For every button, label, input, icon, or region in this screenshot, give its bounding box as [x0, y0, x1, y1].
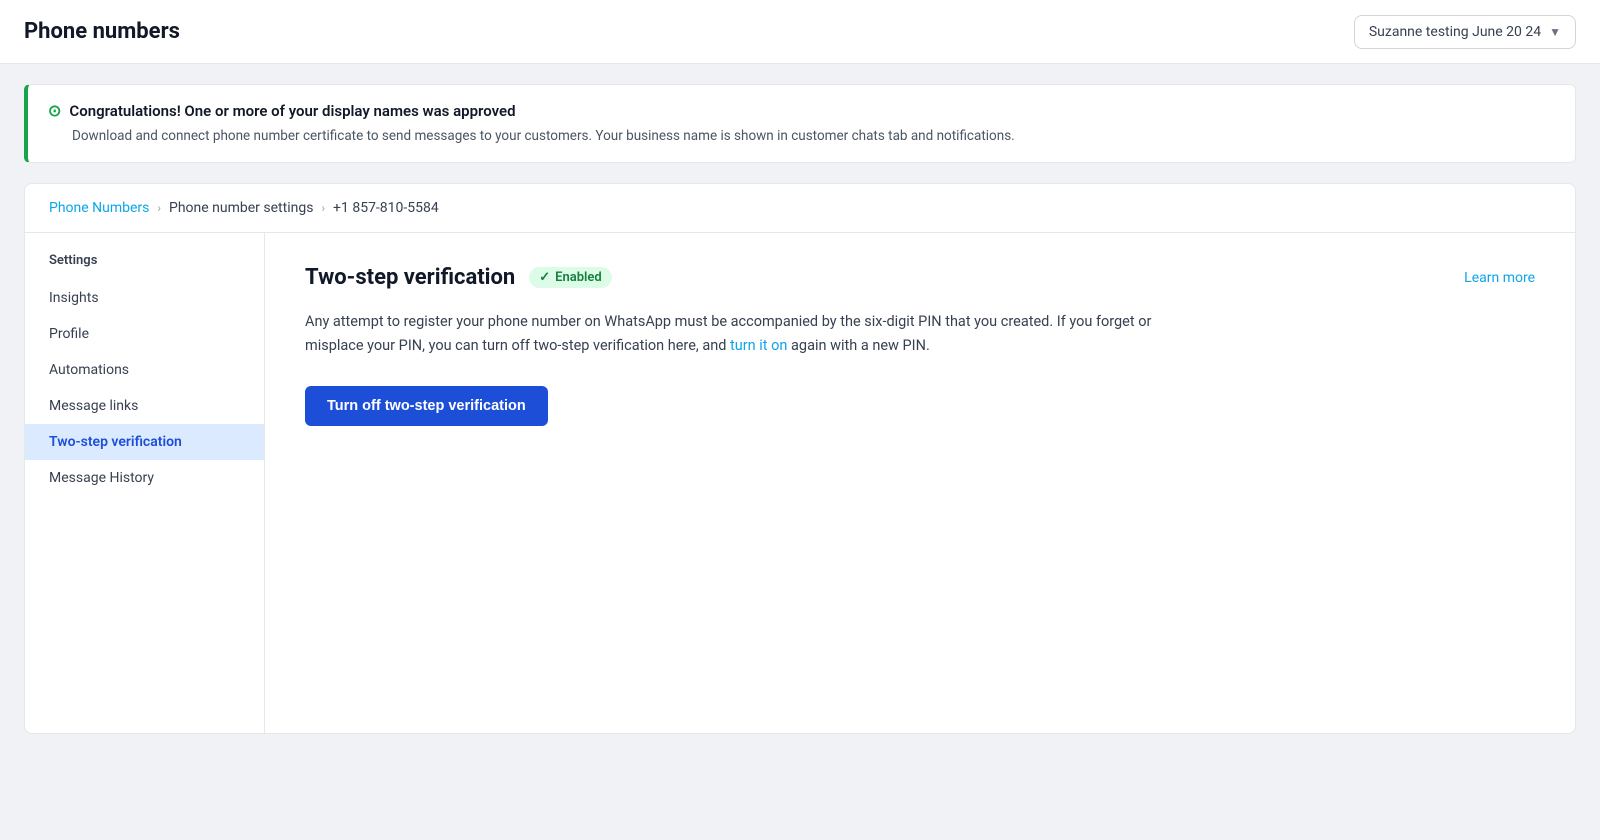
panel-title: Two-step verification	[305, 265, 515, 290]
sidebar-item-automations[interactable]: Automations	[25, 352, 264, 388]
check-icon: ✓	[539, 270, 550, 285]
description-text-part2: again with a new PIN.	[787, 337, 929, 354]
breadcrumb-separator-2: ›	[321, 201, 325, 215]
breadcrumb-phone-numbers[interactable]: Phone Numbers	[49, 200, 149, 216]
turn-off-verification-button[interactable]: Turn off two-step verification	[305, 386, 548, 426]
settings-card: Phone Numbers › Phone number settings › …	[24, 183, 1576, 734]
banner-description: Download and connect phone number certif…	[72, 126, 1555, 146]
panel-title-group: Two-step verification ✓ Enabled	[305, 265, 612, 290]
status-text: Enabled	[555, 270, 602, 285]
top-bar: Phone numbers Suzanne testing June 20 24…	[0, 0, 1600, 64]
turn-it-on-link[interactable]: turn it on	[730, 337, 787, 354]
breadcrumb: Phone Numbers › Phone number settings › …	[25, 184, 1575, 233]
sidebar-item-message-links[interactable]: Message links	[25, 388, 264, 424]
sidebar-item-insights[interactable]: Insights	[25, 280, 264, 316]
page-title: Phone numbers	[24, 19, 180, 44]
success-icon: ⊙	[48, 101, 61, 120]
learn-more-link[interactable]: Learn more	[1464, 270, 1535, 286]
content-layout: Settings Insights Profile Automations Me…	[25, 233, 1575, 733]
success-banner: ⊙ Congratulations! One or more of your d…	[24, 84, 1576, 163]
banner-title: ⊙ Congratulations! One or more of your d…	[48, 101, 1555, 120]
breadcrumb-phone-number-settings: Phone number settings	[169, 200, 313, 216]
description-text-part1: Any attempt to register your phone numbe…	[305, 313, 1151, 354]
breadcrumb-separator-1: ›	[157, 201, 161, 215]
panel-header: Two-step verification ✓ Enabled Learn mo…	[305, 265, 1535, 290]
sidebar: Settings Insights Profile Automations Me…	[25, 233, 265, 733]
breadcrumb-phone-number: +1 857-810-5584	[333, 200, 439, 216]
sidebar-heading: Settings	[25, 249, 264, 280]
account-name: Suzanne testing June 20 24	[1369, 24, 1541, 40]
account-selector[interactable]: Suzanne testing June 20 24 ▼	[1354, 15, 1576, 49]
main-content: ⊙ Congratulations! One or more of your d…	[0, 64, 1600, 754]
panel-description: Any attempt to register your phone numbe…	[305, 310, 1205, 358]
right-panel: Two-step verification ✓ Enabled Learn mo…	[265, 233, 1575, 733]
sidebar-item-profile[interactable]: Profile	[25, 316, 264, 352]
enabled-badge: ✓ Enabled	[529, 267, 612, 288]
sidebar-item-two-step-verification[interactable]: Two-step verification	[25, 424, 264, 460]
chevron-down-icon: ▼	[1549, 25, 1561, 39]
sidebar-item-message-history[interactable]: Message History	[25, 460, 264, 496]
